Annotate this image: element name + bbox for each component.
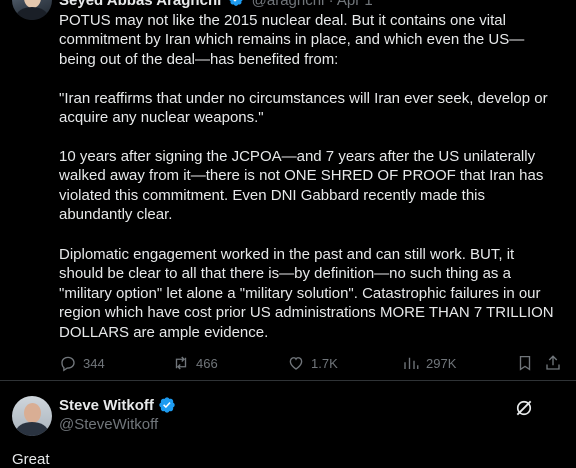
more-options-icon[interactable]: ··· — [547, 0, 566, 6]
bookmark-icon — [519, 355, 531, 371]
tweet-date[interactable]: Apr 1 — [337, 0, 373, 9]
tweet-actions: 344 466 1.7K 297K — [0, 352, 576, 374]
reply-button[interactable]: 344 — [59, 352, 105, 374]
tweet-divider — [0, 380, 576, 381]
share-button[interactable] — [544, 352, 568, 374]
reply-avatar[interactable] — [12, 396, 52, 436]
reply-text: Great — [12, 451, 50, 468]
author-handle[interactable]: @araghchi — [252, 0, 325, 9]
heart-icon — [289, 357, 303, 370]
repost-icon — [175, 356, 187, 370]
verified-badge-icon — [159, 397, 175, 413]
tweet-paragraph-2: "Iran reaffirms that under no circumstan… — [59, 90, 548, 127]
repost-count: 466 — [196, 355, 218, 371]
reply-icon — [61, 356, 75, 372]
tweet-header: Seyed Abbas Araghchi @araghchi · Apr 1 — [59, 0, 373, 9]
like-button[interactable]: 1.7K — [287, 352, 338, 374]
tweet-paragraph-1: POTUS may not like the 2015 nuclear deal… — [59, 12, 525, 68]
share-icon — [546, 355, 560, 370]
repost-button[interactable]: 466 — [172, 352, 218, 374]
dot-separator: · — [328, 0, 337, 9]
tweet-paragraph-4: Diplomatic engagement worked in the past… — [59, 246, 554, 341]
reply-count: 344 — [83, 355, 105, 371]
reply-author-name-text: Steve Witkoff — [59, 396, 154, 414]
grok-icon[interactable] — [514, 398, 534, 418]
views-count: 297K — [426, 355, 457, 371]
tweet-paragraph-3: 10 years after signing the JCPOA—and 7 y… — [59, 148, 544, 224]
author-name[interactable]: Seyed Abbas Araghchi — [59, 0, 221, 9]
analytics-icon — [404, 357, 419, 369]
views-button[interactable]: 297K — [402, 352, 456, 374]
like-count: 1.7K — [311, 355, 338, 371]
reply-author-handle[interactable]: @SteveWitkoff — [59, 416, 158, 433]
verified-badge-icon — [229, 0, 244, 6]
author-avatar[interactable] — [12, 0, 52, 20]
reply-author-name[interactable]: Steve Witkoff — [59, 396, 176, 414]
bookmark-button[interactable] — [516, 352, 540, 374]
